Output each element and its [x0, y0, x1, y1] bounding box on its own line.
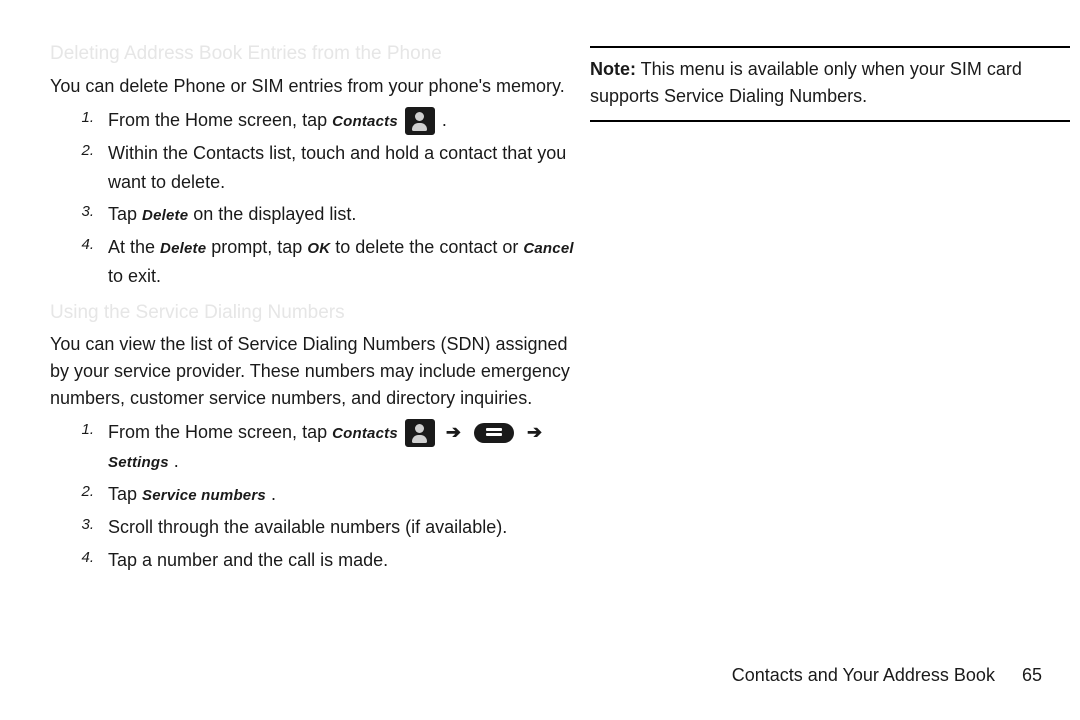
contacts-icon [405, 419, 435, 447]
step-text: Scroll through the available numbers (if… [108, 517, 507, 537]
section2-step-3: 3. Scroll through the available numbers … [50, 513, 580, 542]
step-number: 4. [70, 546, 94, 570]
section1-step-2: 2. Within the Contacts list, touch and h… [50, 139, 580, 197]
step-number: 1. [70, 106, 94, 130]
section2-steps: 1. From the Home screen, tap Contacts ➔ … [50, 418, 580, 574]
step-text: prompt, tap [206, 237, 307, 257]
section1-step-3: 3. Tap Delete on the displayed list. [50, 200, 580, 229]
step-number: 3. [70, 200, 94, 224]
step-number: 2. [70, 480, 94, 504]
contacts-icon [405, 107, 435, 135]
settings-label: Settings [108, 454, 169, 471]
section1-step-1: 1. From the Home screen, tap Contacts . [50, 106, 580, 135]
note-text: This menu is available only when your SI… [590, 59, 1022, 106]
section1-intro: You can delete Phone or SIM entries from… [50, 73, 580, 100]
footer-chapter: Contacts and Your Address Book [732, 665, 995, 685]
step-text-tail: . [437, 110, 447, 130]
ok-label: OK [307, 240, 330, 257]
step-text: Tap [108, 484, 142, 504]
section2-step-1: 1. From the Home screen, tap Contacts ➔ … [50, 418, 580, 476]
delete-label: Delete [142, 207, 188, 224]
step-text: Tap a number and the call is made. [108, 550, 388, 570]
step-text: From the Home screen, tap [108, 110, 332, 130]
section-title-deleting: Deleting Address Book Entries from the P… [50, 40, 580, 69]
contacts-label: Contacts [332, 425, 398, 442]
cancel-label: Cancel [523, 240, 573, 257]
manual-page: Deleting Address Book Entries from the P… [0, 0, 1080, 720]
step-text-tail: . [266, 484, 276, 504]
step-text: to delete the contact or [330, 237, 523, 257]
section2-intro: You can view the list of Service Dialing… [50, 331, 580, 412]
section2-step-2: 2. Tap Service numbers . [50, 480, 580, 509]
delete-label: Delete [160, 240, 206, 257]
step-text-tail: . [169, 451, 179, 471]
section2-step-4: 4. Tap a number and the call is made. [50, 546, 580, 575]
note-box: Note: This menu is available only when y… [590, 46, 1070, 122]
step-text: From the Home screen, tap [108, 422, 332, 442]
section1-step-4: 4. At the Delete prompt, tap OK to delet… [50, 233, 580, 291]
step-number: 3. [70, 513, 94, 537]
step-text-tail: on the displayed list. [188, 204, 356, 224]
step-text: Tap [108, 204, 142, 224]
section-title-sdn: Using the Service Dialing Numbers [50, 299, 580, 328]
arrow-icon: ➔ [446, 418, 461, 447]
step-number: 2. [70, 139, 94, 163]
contacts-label: Contacts [332, 113, 398, 130]
menu-icon [474, 423, 514, 443]
step-number: 4. [70, 233, 94, 257]
right-column: Note: This menu is available only when y… [590, 40, 1070, 122]
step-text: Within the Contacts list, touch and hold… [108, 143, 566, 192]
footer-page-number: 65 [1022, 665, 1042, 685]
step-text: At the [108, 237, 160, 257]
section1-steps: 1. From the Home screen, tap Contacts . … [50, 106, 580, 291]
left-column: Deleting Address Book Entries from the P… [50, 40, 580, 583]
note-label: Note: [590, 59, 636, 79]
step-text-tail: to exit. [108, 266, 161, 286]
arrow-icon: ➔ [527, 418, 542, 447]
page-footer: Contacts and Your Address Book 65 [732, 665, 1042, 686]
service-numbers-label: Service numbers [142, 487, 266, 504]
step-number: 1. [70, 418, 94, 442]
